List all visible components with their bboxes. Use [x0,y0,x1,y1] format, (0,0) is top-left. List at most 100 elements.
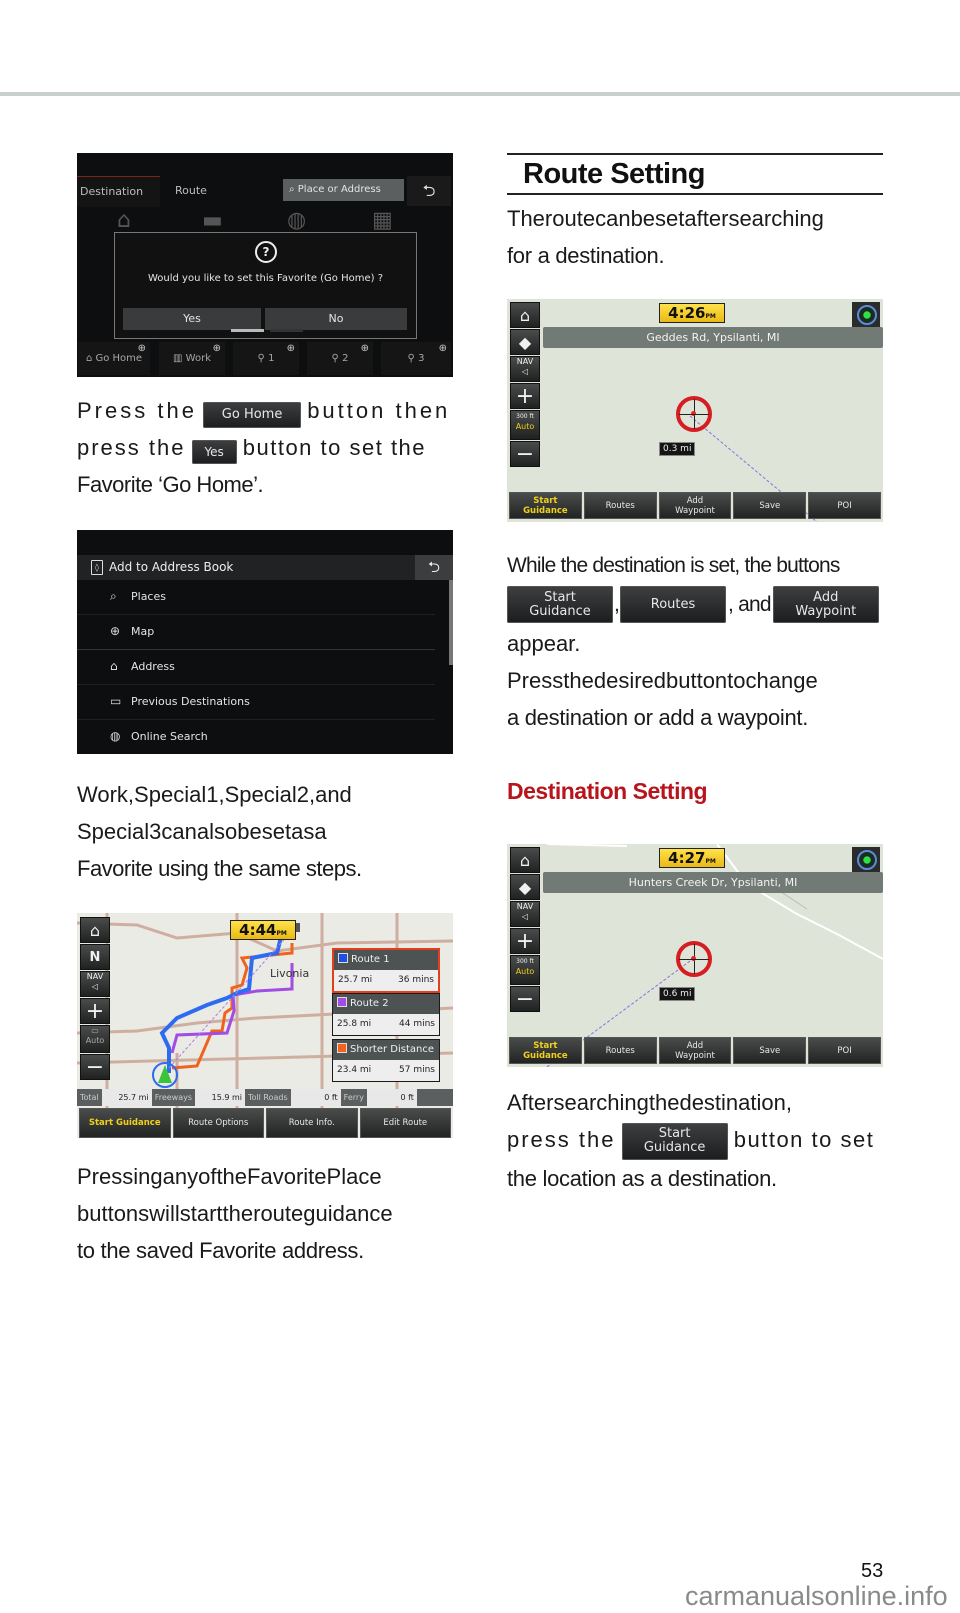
gps-position-button[interactable] [852,302,880,327]
add-icon: ⊕ [286,343,295,354]
address-bar: Hunters Creek Dr, Ypsilanti, MI [543,872,883,893]
favorite-go-home-button[interactable]: ⌂ Go Home ⊕ [78,342,150,375]
list-item-places[interactable]: ⌕ Places [77,580,435,615]
building-icon: ▥ [173,353,186,364]
start-guidance-button[interactable]: Start Guidance [509,492,582,519]
address-book-icon: ◊ [91,560,103,575]
save-button[interactable]: Save [733,1037,807,1064]
tab-destination[interactable]: Destination [77,176,160,207]
back-button[interactable]: ⮌ [407,176,451,206]
gps-position-button[interactable] [852,847,880,872]
home-icon: ⌂ [117,208,131,233]
zoom-out-button[interactable]: − [510,986,540,1012]
distance-label: 0.3 mi [659,442,696,456]
map-action-bar: Start Guidance Routes Add Waypoint Save PO… [507,492,883,519]
zoom-in-button[interactable]: + [510,383,540,409]
poi-button[interactable]: POI [808,492,881,519]
back-button[interactable]: ⮌ [415,555,453,580]
scale-auto-button[interactable]: 300 ft Auto [510,410,540,440]
save-button[interactable]: Save [733,492,807,519]
route-option-1[interactable]: Route 1 25.7 mi 36 mins [332,948,440,993]
nav-volume-button[interactable]: NAV ◁ [510,901,540,927]
word: change [745,668,818,693]
add-waypoint-button[interactable]: Add Waypoint [658,1037,732,1064]
word: the [222,1201,254,1226]
page-indicator-active [231,329,264,332]
start-guidance-button[interactable]: Start Guidance [509,1037,582,1064]
edit-route-button[interactable]: Edit Route [359,1108,451,1138]
favorite-special-3-button[interactable]: ⚲ 3 ⊕ [381,342,451,375]
route-options-button[interactable]: Route Options [172,1108,264,1138]
tab-route[interactable]: Route [175,176,235,206]
zoom-in-icon: + [85,999,105,1024]
search-input[interactable]: ⌕ Place or Address [283,179,404,201]
compass-icon: ◆ [518,333,532,352]
page-number: 53 [861,1560,884,1582]
favorite-work-button[interactable]: ▥ Work ⊕ [159,342,225,375]
word: as [291,819,315,844]
no-button[interactable]: No [265,308,407,330]
scale-auto-button[interactable]: ▭ Auto [80,1025,110,1053]
map-icon: ⊕ [110,624,121,638]
home-button[interactable]: ⌂ [510,302,540,328]
list-item-address[interactable]: ⌂ Address [77,650,435,685]
zoom-in-button[interactable]: + [510,928,540,954]
favorite-special-2-button[interactable]: ⚲ 2 ⊕ [307,342,373,375]
scrollbar[interactable] [449,580,453,665]
pin-icon: ⚲ [331,353,343,364]
zoom-in-button[interactable]: + [80,998,110,1024]
route-option-3[interactable]: Shorter Distance 23.4 mi 57 mins [332,1039,440,1082]
destination-paragraph: Aftersearchingthedestination, press the … [507,1090,875,1191]
route-action-bar: Start Guidance Route Options Route Info.… [77,1108,453,1138]
word: the [563,668,594,693]
zoom-in-icon: + [515,384,535,409]
crosshair-target-icon [676,396,712,432]
list-item-previous-destinations[interactable]: ▭ Previous Destinations [77,685,435,720]
compass-button[interactable]: N [80,944,110,970]
yes-button[interactable]: Yes [123,308,261,330]
favorite-dialog-screenshot: Destination Route ⌕ Place or Address ⮌ ⌂… [77,153,453,377]
word: After [507,1090,554,1115]
favorite-special-1-button[interactable]: ⚲ 1 ⊕ [233,342,299,375]
destination-setting-map-screenshot: ⌂ ◆ NAV ◁ + 300 ft Auto − 4:27PM Hunters C… [507,844,883,1067]
compass-button[interactable]: ◆ [510,329,540,355]
word: can [161,819,197,844]
add-icon: ⊕ [360,343,369,354]
start-guidance-inline-button: Start Guidance [507,586,613,623]
address-book-header: ◊ Add to Address Book ⮌ [77,555,453,580]
folder-icon: ▬ [202,208,223,233]
word: after [684,206,729,231]
routes-button[interactable]: Routes [583,1037,657,1064]
question-icon: ? [255,241,277,263]
poi-button[interactable]: POI [808,1037,881,1064]
nav-volume-button[interactable]: NAV ◁ [80,971,110,997]
compass-icon: ◆ [518,878,532,897]
route-info-button[interactable]: Route Info. [266,1108,358,1138]
home-button[interactable]: ⌂ [510,847,540,873]
scale-auto-button[interactable]: 300 ft Auto [510,955,540,985]
nav-volume-icon: ◁ [521,912,529,921]
address-icon: ⌂ [110,659,118,673]
address-book-screenshot: ◊ Add to Address Book ⮌ ⌕ Places ⊕ Map ⌂ Ad… [77,530,453,754]
list-item-map[interactable]: ⊕ Map [77,615,435,650]
start-guidance-button[interactable]: Start Guidance [79,1108,171,1138]
route-color-swatch [337,997,347,1007]
home-button[interactable]: ⌂ [80,917,110,943]
header-rule [0,92,960,96]
route-color-swatch [337,1043,347,1053]
list-item-online-search[interactable]: ◍ Online Search [77,720,435,754]
route-option-2[interactable]: Route 2 25.8 mi 44 mins [332,993,440,1036]
add-waypoint-button[interactable]: Add Waypoint [658,492,732,519]
routes-button[interactable]: Routes [583,492,657,519]
word: also [196,819,238,844]
word: guidance [303,1201,393,1226]
zoom-out-icon: − [515,442,535,467]
zoom-out-button[interactable]: − [80,1054,110,1080]
zoom-out-button[interactable]: − [510,441,540,467]
compass-button[interactable]: ◆ [510,874,540,900]
word: can [595,206,631,231]
nav-volume-button[interactable]: NAV ◁ [510,356,540,382]
globe-icon: ◍ [287,208,307,233]
word: route [253,1201,304,1226]
word: destination, [679,1090,792,1115]
